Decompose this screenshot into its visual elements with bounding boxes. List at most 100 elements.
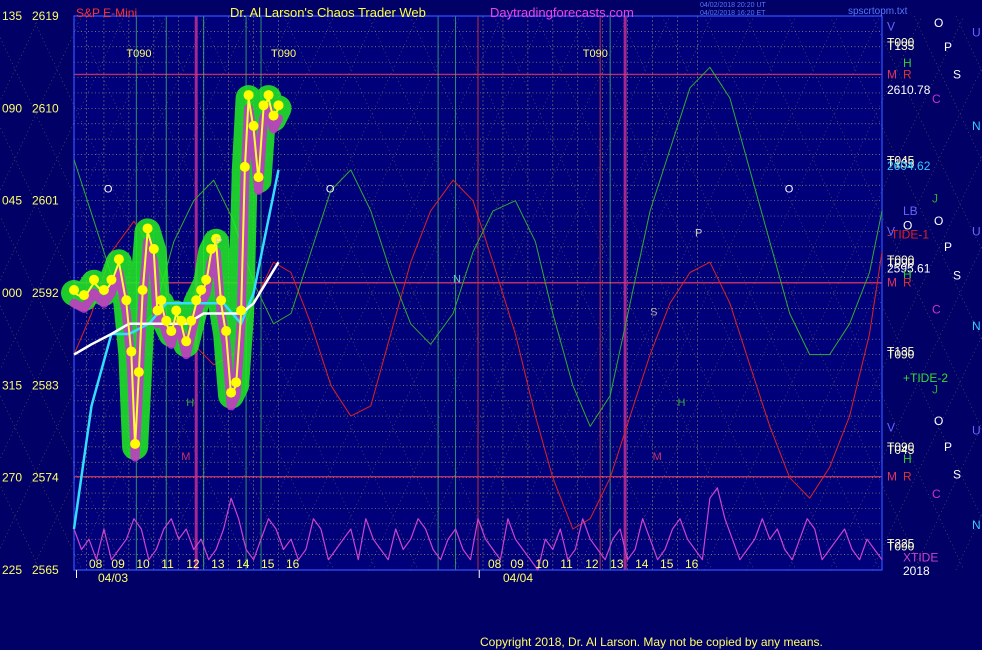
y-tick-price: 2619 <box>32 9 59 23</box>
right-label: J <box>932 382 938 396</box>
right-label: M <box>887 276 897 290</box>
y-tick-angle: 090 <box>2 101 22 115</box>
y-tick-angle: 000 <box>2 286 22 300</box>
far-right-letter: O <box>934 16 943 30</box>
x-tick-hour: 15 <box>660 557 674 571</box>
price-dot <box>176 315 187 326</box>
price-dot <box>121 295 132 306</box>
x-tick-hour: 11 <box>161 557 174 571</box>
y-tick-price: 2610 <box>32 101 59 115</box>
label-mid: P <box>695 228 702 240</box>
price-dot <box>161 315 172 326</box>
x-tick-hour: 16 <box>685 557 699 571</box>
right-label: V <box>887 19 895 33</box>
label-mid: M <box>181 451 190 463</box>
price-dot <box>113 254 124 265</box>
price-dot <box>126 346 137 357</box>
x-tick-hour: 08 <box>89 557 103 571</box>
price-dot <box>263 90 274 101</box>
x-tick-hour: 10 <box>535 557 549 571</box>
far-right-letter: U <box>972 224 981 238</box>
price-dot <box>130 438 141 449</box>
right-label: R <box>903 276 912 290</box>
price-dot <box>69 285 79 295</box>
right-label: 2604.62 <box>887 159 931 173</box>
price-dot <box>253 172 264 183</box>
right-label: R <box>903 67 912 81</box>
header-timestamp-et: 04/02/2018 16:20 ET <box>700 10 766 17</box>
far-right-letter: S <box>953 67 961 81</box>
x-tick-hour: 09 <box>111 557 125 571</box>
x-tick-hour: 10 <box>136 557 150 571</box>
price-dot <box>181 336 192 347</box>
right-label: C <box>932 487 941 501</box>
y-tick-angle: 315 <box>2 378 22 392</box>
price-dot <box>152 305 163 316</box>
far-right-letter: O <box>934 214 943 228</box>
right-label: 2018 <box>903 564 930 578</box>
y-tick-price: 2574 <box>32 471 59 485</box>
x-tick-hour: 13 <box>211 557 225 571</box>
x-tick-hour: 12 <box>585 557 599 571</box>
right-label: H <box>903 452 912 466</box>
far-right-letter: P <box>944 40 952 54</box>
x-date-1: 04/03 <box>98 571 128 585</box>
label-o: O <box>785 183 794 195</box>
far-right-letter: U <box>972 25 981 39</box>
price-dot <box>258 100 269 111</box>
price-dot <box>239 161 250 172</box>
far-right-letter: S <box>953 269 961 283</box>
far-right-letter: N <box>972 119 981 133</box>
x-tick-hour: 16 <box>286 557 300 571</box>
header-timestamp-ut: 04/02/2018 20:20 UT <box>700 2 766 9</box>
y-tick-price: 2583 <box>32 378 59 392</box>
right-label: 2610.78 <box>887 83 931 97</box>
right-label: J <box>932 192 938 206</box>
right-label: C <box>932 302 941 316</box>
right-label: M <box>887 470 897 484</box>
right-label: M <box>887 67 897 81</box>
far-right-letter: S <box>953 468 961 482</box>
price-dot <box>166 326 177 337</box>
price-dot <box>243 90 254 101</box>
right-label: +TIDE-2 <box>903 371 948 385</box>
label-mid: H <box>678 397 686 409</box>
far-right-letter: U <box>972 423 981 437</box>
y-tick-price: 2565 <box>32 563 59 577</box>
right-label: R <box>903 470 912 484</box>
price-dot <box>78 290 89 301</box>
header-website[interactable]: Daytradingforecasts.com <box>490 5 634 20</box>
label-o: O <box>104 183 113 195</box>
x-tick-hour: 11 <box>560 557 573 571</box>
far-right-letter: N <box>972 319 981 333</box>
price-dot <box>201 274 212 285</box>
price-dot <box>236 305 247 316</box>
right-label: T090 <box>887 348 915 362</box>
right-label: LB <box>903 204 918 218</box>
x-tick-hour: 12 <box>186 557 200 571</box>
x-tick-hour: 08 <box>488 557 502 571</box>
price-dot <box>268 110 279 121</box>
x-date-2: 04/04 <box>503 571 533 585</box>
x-tick-hour: 13 <box>610 557 624 571</box>
right-label: V <box>887 420 895 434</box>
y-tick-price: 2601 <box>32 194 59 208</box>
x-tick-hour: 14 <box>635 557 649 571</box>
label-t090: T090 <box>271 48 296 60</box>
footer-copyright: Copyright 2018, Dr. Al Larson. May not b… <box>480 635 823 649</box>
price-dot <box>196 285 207 295</box>
label-t090: T090 <box>126 48 151 60</box>
price-dot <box>171 305 182 316</box>
far-right-letter: N <box>972 518 981 532</box>
price-dot <box>142 223 153 234</box>
chaos-chart: 135 2619 090 2610 045 2601 000 2592 315 2583 270 25… <box>0 0 982 650</box>
y-tick-angle: 135 <box>2 9 22 23</box>
far-right-letter: P <box>944 240 952 254</box>
far-right-letter: P <box>944 440 952 454</box>
price-dot <box>106 274 117 285</box>
price-dot <box>156 295 167 306</box>
header-filename: spscrtopm.txt <box>848 6 908 17</box>
label-mid: M <box>653 451 662 463</box>
y-tick-angle: 225 <box>2 563 22 577</box>
price-dot <box>221 326 232 337</box>
